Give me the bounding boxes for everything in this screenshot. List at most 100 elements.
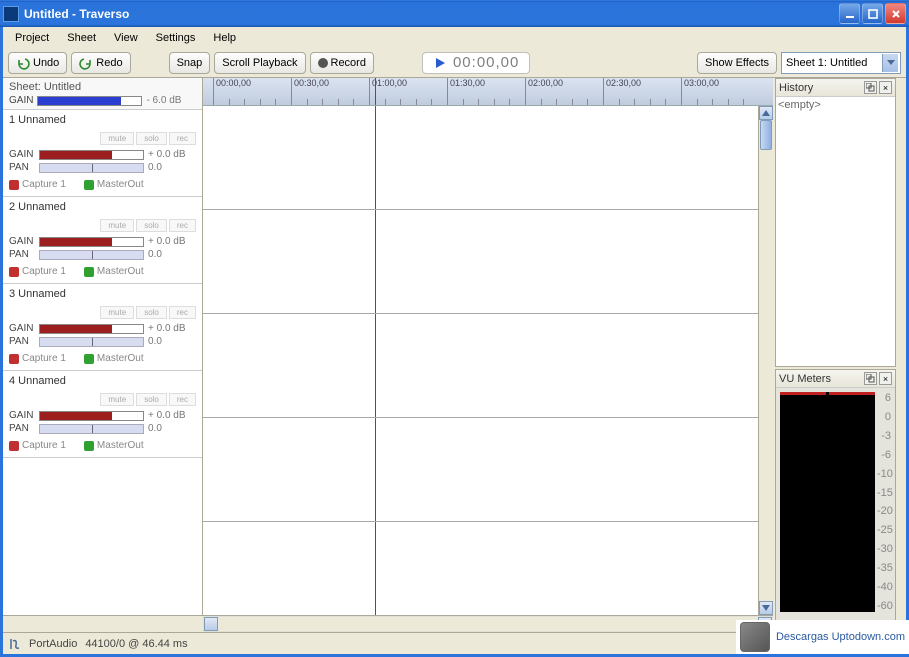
scroll-playback-button[interactable]: Scroll Playback [214, 52, 305, 74]
vu-scale-tick: 0 [877, 411, 891, 423]
track-input[interactable]: Capture 1 [9, 179, 66, 190]
menu-help[interactable]: Help [205, 30, 244, 46]
play-button[interactable]: 00:00,00 [422, 52, 530, 74]
watermark: Descargas Uptodown.com [736, 620, 909, 654]
menu-bar: Project Sheet View Settings Help [3, 27, 906, 48]
gain-label: GAIN [9, 149, 35, 160]
solo-button[interactable]: solo [136, 393, 167, 406]
gain-value: + 0.0 dB [148, 149, 186, 160]
gain-slider[interactable] [39, 324, 144, 334]
vu-bar-right [829, 392, 875, 612]
track-name: 1 Unnamed [9, 114, 196, 126]
timeline[interactable]: 00:00,0000:30,0001:00,0001:30,0002:00,00… [203, 78, 773, 615]
history-close-button[interactable]: × [879, 81, 892, 94]
track-input[interactable]: Capture 1 [9, 440, 66, 451]
ruler-tick: 03:00,00 [681, 78, 719, 105]
scroll-up-button[interactable] [759, 106, 773, 120]
history-panel: History × <empty> [775, 78, 896, 367]
vu-scale-tick: -60 [877, 600, 891, 612]
show-effects-button[interactable]: Show Effects [697, 52, 777, 74]
scroll-down-button[interactable] [759, 601, 773, 615]
pan-value: 0.0 [148, 423, 162, 434]
record-button[interactable]: Record [310, 52, 374, 74]
sheet-gain-label: GAIN [9, 95, 33, 106]
track-input[interactable]: Capture 1 [9, 266, 66, 277]
menu-settings[interactable]: Settings [148, 30, 204, 46]
maximize-button[interactable] [862, 3, 883, 24]
redo-button[interactable]: Redo [71, 52, 130, 74]
menu-sheet[interactable]: Sheet [59, 30, 104, 46]
track-lane[interactable] [203, 210, 773, 314]
menu-view[interactable]: View [106, 30, 146, 46]
close-button[interactable] [885, 3, 906, 24]
gain-slider[interactable] [39, 150, 144, 160]
track-name: 2 Unnamed [9, 201, 196, 213]
pan-slider[interactable] [39, 424, 144, 434]
scroll-left-button[interactable] [204, 617, 218, 631]
sheet-gain-slider[interactable] [37, 96, 142, 106]
rec-button[interactable]: rec [169, 132, 196, 145]
watermark-text: Descargas Uptodown.com [776, 631, 905, 643]
track-output[interactable]: MasterOut [84, 179, 144, 190]
sheet-title: Sheet: Untitled [9, 81, 196, 93]
mute-button[interactable]: mute [100, 132, 134, 145]
scroll-thumb[interactable] [760, 120, 772, 150]
track-output[interactable]: MasterOut [84, 353, 144, 364]
vu-close-button[interactable]: × [879, 372, 892, 385]
sheet-selector[interactable]: Sheet 1: Untitled [781, 52, 901, 74]
snap-button[interactable]: Snap [169, 52, 211, 74]
sheet-selector-value: Sheet 1: Untitled [786, 57, 867, 69]
pan-slider[interactable] [39, 250, 144, 260]
gain-slider[interactable] [39, 237, 144, 247]
minimize-button[interactable] [839, 3, 860, 24]
track-lane[interactable] [203, 522, 773, 626]
track-lane[interactable] [203, 314, 773, 418]
solo-button[interactable]: solo [136, 132, 167, 145]
gain-slider[interactable] [39, 411, 144, 421]
rec-button[interactable]: rec [169, 306, 196, 319]
solo-button[interactable]: solo [136, 219, 167, 232]
track-name: 3 Unnamed [9, 288, 196, 300]
rec-button[interactable]: rec [169, 393, 196, 406]
mute-button[interactable]: mute [100, 306, 134, 319]
vertical-scrollbar[interactable] [758, 106, 773, 615]
track-output[interactable]: MasterOut [84, 440, 144, 451]
pan-slider[interactable] [39, 337, 144, 347]
pan-slider[interactable] [39, 163, 144, 173]
gain-label: GAIN [9, 323, 35, 334]
vu-dock-button[interactable] [864, 372, 877, 385]
window-titlebar: Untitled - Traverso [0, 0, 909, 27]
tracks-area[interactable] [203, 106, 773, 615]
track-panel: Sheet: Untitled GAIN - 6.0 dB 1 Unnamed … [3, 78, 203, 615]
undo-button[interactable]: Undo [8, 52, 67, 74]
vu-scale-tick: -15 [877, 487, 891, 499]
history-dock-button[interactable] [864, 81, 877, 94]
vu-scale-tick: -3 [877, 430, 891, 442]
track-output[interactable]: MasterOut [84, 266, 144, 277]
horizontal-scrollbar[interactable] [203, 616, 773, 632]
rec-button[interactable]: rec [169, 219, 196, 232]
redo-label: Redo [96, 57, 122, 69]
mute-button[interactable]: mute [100, 393, 134, 406]
vu-scale-tick: -10 [877, 468, 891, 480]
gain-label: GAIN [9, 236, 35, 247]
chevron-down-icon [887, 60, 895, 65]
solo-button[interactable]: solo [136, 306, 167, 319]
track-lane[interactable] [203, 418, 773, 522]
mute-button[interactable]: mute [100, 219, 134, 232]
track-row: 2 Unnamed mute solo rec GAIN + 0.0 dB PA… [3, 197, 202, 284]
menu-project[interactable]: Project [7, 30, 57, 46]
input-icon [9, 354, 19, 364]
track-row: 4 Unnamed mute solo rec GAIN + 0.0 dB PA… [3, 371, 202, 458]
scroll-playback-label: Scroll Playback [222, 57, 297, 69]
play-icon [433, 56, 447, 70]
ruler-tick: 00:30,00 [291, 78, 329, 105]
vu-scale-tick: -40 [877, 581, 891, 593]
track-row: 3 Unnamed mute solo rec GAIN + 0.0 dB PA… [3, 284, 202, 371]
toolbar: Undo Redo Snap Scroll Playback Record 00… [3, 48, 906, 78]
track-lane[interactable] [203, 106, 773, 210]
track-input[interactable]: Capture 1 [9, 353, 66, 364]
vu-title: VU Meters [779, 373, 862, 385]
pan-label: PAN [9, 423, 35, 434]
time-ruler[interactable]: 00:00,0000:30,0001:00,0001:30,0002:00,00… [203, 78, 773, 106]
